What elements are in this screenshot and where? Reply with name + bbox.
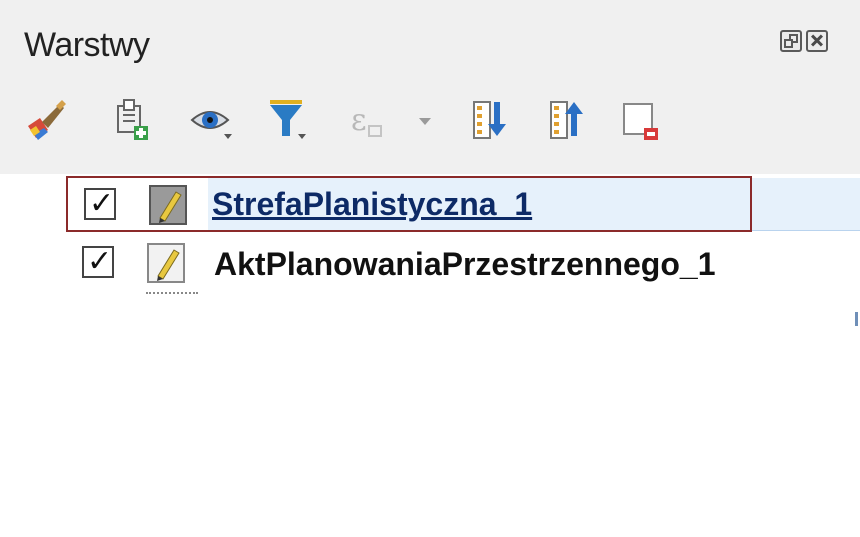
layer-visibility-checkbox[interactable]: ✓ <box>82 244 114 279</box>
layer-row[interactable]: ✓ AktPlanowaniaPrzestrzennego_1 <box>66 236 752 292</box>
layer-row[interactable]: ✓ StrefaPlanistyczna_1 <box>66 176 752 232</box>
filter-expression-icon[interactable]: ε <box>345 96 389 146</box>
remove-layer-icon[interactable] <box>620 96 664 146</box>
panel-header: Warstwy ε <box>0 0 860 174</box>
visibility-eye-icon[interactable] <box>190 96 234 146</box>
svg-text:ε: ε <box>351 103 367 138</box>
layer-name[interactable]: StrefaPlanistyczna_1 <box>212 186 532 223</box>
float-panel-button[interactable] <box>780 30 802 52</box>
scrollbar-marker[interactable] <box>855 312 858 326</box>
close-panel-button[interactable] <box>806 30 828 52</box>
layers-panel: Warstwy ε ✓ StrefaPlanistyczna_1 ✓ AktPl… <box>0 0 860 537</box>
editable-layer-pencil-icon <box>148 184 188 226</box>
collapse-all-icon[interactable] <box>545 96 589 146</box>
tree-stub <box>146 292 198 298</box>
check-icon: ✓ <box>89 186 115 221</box>
filter-legend-icon[interactable] <box>268 96 312 146</box>
add-group-icon[interactable] <box>110 96 154 146</box>
layer-visibility-checkbox[interactable]: ✓ <box>84 186 116 221</box>
style-brush-icon[interactable] <box>24 96 68 146</box>
layer-name[interactable]: AktPlanowaniaPrzestrzennego_1 <box>214 246 715 283</box>
check-icon: ✓ <box>87 244 113 279</box>
chevron-down-icon[interactable] <box>415 96 439 146</box>
editable-layer-pencil-icon <box>146 242 186 284</box>
expand-all-icon[interactable] <box>468 96 512 146</box>
panel-title: Warstwy <box>24 26 150 64</box>
